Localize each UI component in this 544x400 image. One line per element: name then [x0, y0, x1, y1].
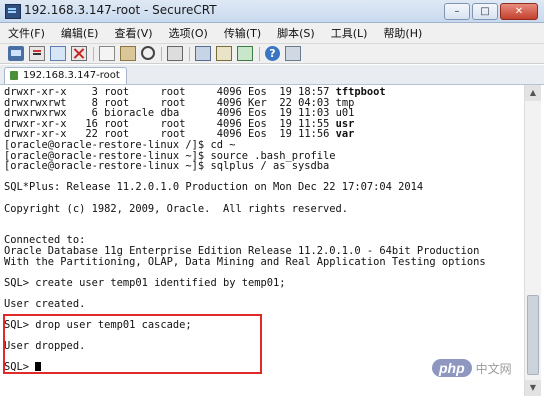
- php-logo: php: [432, 359, 472, 377]
- sql-result-create: User created.: [4, 297, 86, 310]
- window-controls: – □ ✕: [444, 3, 538, 20]
- help-icon[interactable]: ?: [265, 46, 280, 61]
- copy-icon[interactable]: [99, 46, 115, 61]
- text-cursor: [35, 362, 42, 372]
- scroll-down-arrow-icon[interactable]: ▼: [525, 380, 541, 396]
- connect-icon[interactable]: [8, 46, 24, 61]
- scroll-up-arrow-icon[interactable]: ▲: [525, 85, 541, 101]
- disconnect-icon[interactable]: [71, 46, 87, 61]
- toolbar-separator: [259, 46, 260, 61]
- watermark: php 中文网: [432, 356, 512, 380]
- maximize-button[interactable]: □: [472, 3, 498, 20]
- toolbar-separator: [161, 46, 162, 61]
- connect-tab-icon[interactable]: [50, 46, 66, 61]
- paste-icon[interactable]: [120, 46, 136, 61]
- db-options-line: With the Partitioning, OLAP, Data Mining…: [4, 255, 486, 268]
- shell-line: [oracle@oracle-restore-linux ~]$ sqlplus…: [4, 160, 330, 173]
- sftp-icon[interactable]: [237, 46, 253, 61]
- sql-result-drop: User dropped.: [4, 340, 86, 353]
- menu-edit[interactable]: 编辑(E): [53, 25, 107, 41]
- copyright-line: Copyright (c) 1982, 2009, Oracle. All ri…: [4, 202, 349, 215]
- terminal-screen[interactable]: drwxr-xr-x 3 root root 4096 Eos 19 18:57…: [4, 87, 522, 397]
- sql-command-drop: SQL> drop user temp01 cascade;: [4, 319, 192, 332]
- session-tab[interactable]: 192.168.3.147-root: [4, 67, 127, 84]
- quick-connect-icon[interactable]: [29, 46, 45, 61]
- menu-tools[interactable]: 工具(L): [323, 25, 376, 41]
- minimize-button[interactable]: –: [444, 3, 470, 20]
- close-button[interactable]: ✕: [500, 3, 538, 20]
- window-title: 192.168.3.147-root - SecureCRT: [24, 3, 217, 17]
- print-icon[interactable]: [167, 46, 183, 61]
- menu-script[interactable]: 脚本(S): [269, 25, 323, 41]
- session-options-icon[interactable]: [195, 46, 211, 61]
- watermark-text: 中文网: [475, 361, 512, 376]
- toolbar: ?: [0, 44, 544, 64]
- sqlplus-banner: SQL*Plus: Release 11.2.0.1.0 Production …: [4, 181, 424, 194]
- more-icon[interactable]: [285, 46, 301, 61]
- menu-options[interactable]: 选项(O): [161, 25, 216, 41]
- session-tab-label: 192.168.3.147-root: [23, 70, 120, 81]
- sql-command-create: SQL> create user temp01 identified by te…: [4, 276, 286, 289]
- menu-bar: 文件(F) 编辑(E) 查看(V) 选项(O) 传输(T) 脚本(S) 工具(L…: [0, 23, 544, 44]
- menu-file[interactable]: 文件(F): [0, 25, 53, 41]
- title-bar: 192.168.3.147-root - SecureCRT – □ ✕: [0, 0, 544, 23]
- menu-transfer[interactable]: 传输(T): [216, 25, 269, 41]
- toolbar-separator: [93, 46, 94, 61]
- vertical-scrollbar[interactable]: ▲ ▼: [524, 85, 541, 396]
- securecrt-app-icon: [5, 4, 21, 19]
- menu-help[interactable]: 帮助(H): [375, 25, 430, 41]
- scroll-thumb[interactable]: [527, 295, 539, 375]
- keymap-icon[interactable]: [216, 46, 232, 61]
- session-tab-bar: 192.168.3.147-root: [0, 65, 544, 85]
- db-version-line: Oracle Database 11g Enterprise Edition R…: [4, 244, 480, 257]
- find-icon[interactable]: [141, 45, 155, 60]
- toolbar-separator: [189, 46, 190, 61]
- connected-status-icon: [10, 71, 18, 80]
- menu-view[interactable]: 查看(V): [106, 25, 160, 41]
- shell-line: [oracle@oracle-restore-linux /]$ cd ~: [4, 138, 236, 151]
